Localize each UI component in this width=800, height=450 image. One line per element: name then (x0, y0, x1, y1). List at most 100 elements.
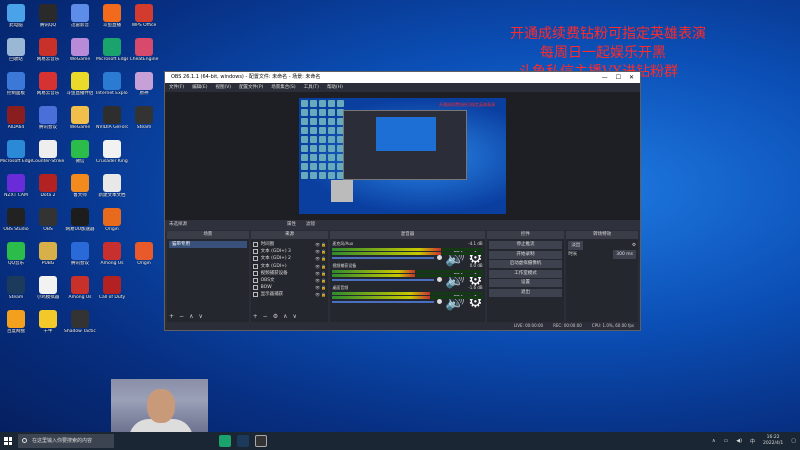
start-button[interactable] (0, 432, 16, 450)
desktop-icon[interactable]: NVIDIA GeForce (96, 104, 128, 138)
desktop-icon[interactable]: Origin (96, 206, 128, 240)
minimize-button[interactable]: — (602, 72, 608, 83)
obs-preview[interactable]: 开通成续费钻粉可指定英雄表演 (299, 98, 506, 214)
desktop-icon[interactable]: NZXT CAM (0, 172, 32, 206)
desktop-icon[interactable]: 网易UU加速器 (64, 206, 96, 240)
settings-button[interactable]: 设置 (488, 279, 563, 287)
studio-mode-button[interactable]: 工作室模式 (488, 269, 563, 278)
desktop-icon[interactable]: 新建文本文档 (96, 172, 128, 206)
volume-slider-knob[interactable] (437, 299, 443, 304)
desktop-icon[interactable]: Call of Duty (96, 274, 128, 308)
desktop-icon[interactable]: 网易云音乐 (32, 36, 64, 70)
add-source-icon[interactable]: + (253, 313, 258, 320)
close-button[interactable]: ✕ (629, 72, 634, 83)
desktop-icon[interactable]: 控制面板 (0, 70, 32, 104)
desktop-icon[interactable]: Origin (128, 240, 160, 274)
properties-button[interactable]: 属性 (287, 220, 296, 230)
desktop-icon[interactable]: WPS Office (128, 2, 160, 36)
desktop-icon[interactable]: Dota 2 (32, 172, 64, 206)
desktop-icon[interactable]: CheatEngine (128, 36, 160, 70)
menu-file[interactable]: 文件(F) (169, 83, 184, 92)
edge-taskbar-icon[interactable] (219, 435, 231, 447)
desktop-icon[interactable]: Steam (0, 274, 32, 308)
visibility-lock-icon[interactable]: 👁 🔒 (315, 248, 326, 255)
desktop-icon[interactable]: Microsoft Edge (96, 36, 128, 70)
visibility-lock-icon[interactable]: 👁 🔒 (315, 270, 326, 277)
desktop-icon[interactable]: Among Us (96, 240, 128, 274)
desktop-icon[interactable]: 腾讯会议 (64, 240, 96, 274)
volume-slider[interactable] (332, 256, 435, 259)
transition-settings-gear-icon[interactable]: ⚙ (632, 241, 636, 250)
add-scene-icon[interactable]: + (169, 313, 174, 320)
source-item[interactable]: 视频捕获设备 👁 🔒 (252, 270, 326, 277)
move-down-icon[interactable]: ∨ (198, 313, 202, 320)
desktop-icon[interactable]: 此电脑 (0, 2, 32, 36)
source-settings-gear-icon[interactable]: ⚙ (273, 313, 278, 320)
visibility-lock-icon[interactable]: 👁 🔒 (315, 284, 326, 291)
desktop-icon[interactable]: Crusader Kings (96, 138, 128, 172)
desktop-icon[interactable]: OBS Studio (0, 206, 32, 240)
desktop-icon[interactable]: Microsoft Edge (0, 138, 32, 172)
desktop-icon[interactable]: 网易云音乐 (32, 70, 64, 104)
desktop-icon[interactable]: 迅雷影音 (64, 2, 96, 36)
visibility-lock-icon[interactable]: 👁 🔒 (315, 255, 326, 262)
volume-slider-knob[interactable] (437, 255, 443, 260)
menu-profile[interactable]: 配置文件(P) (239, 83, 263, 92)
source-item[interactable]: OBS文 👁 🔒 (252, 277, 326, 284)
desktop-icon[interactable]: 斗鱼直播伴侣 (64, 70, 96, 104)
remove-source-icon[interactable]: − (263, 313, 268, 320)
source-item[interactable]: 文本 (GDI+) 👁 🔒 (252, 263, 326, 270)
steam-taskbar-icon[interactable] (237, 435, 249, 447)
remove-scene-icon[interactable]: − (179, 313, 184, 320)
desktop-icon[interactable]: 原神 (128, 70, 160, 104)
desktop-icon[interactable]: PUBG (32, 240, 64, 274)
menu-view[interactable]: 视图(V) (215, 83, 231, 92)
move-down-icon[interactable]: ∨ (293, 313, 297, 320)
desktop-icon[interactable]: 百度网盘 (0, 308, 32, 342)
obs-titlebar[interactable]: OBS 26.1.1 (64-bit, windows) - 配置文件: 未命名… (165, 72, 640, 83)
desktop-icon[interactable]: AIDA64 (0, 104, 32, 138)
move-up-icon[interactable]: ∧ (283, 313, 287, 320)
move-up-icon[interactable]: ∧ (189, 313, 193, 320)
notifications-icon[interactable]: ▢ (791, 438, 796, 444)
tray-arrow-icon[interactable]: ∧ (712, 438, 716, 444)
virtual-camera-button[interactable]: 启动虚拟摄像机 (488, 260, 563, 268)
source-item[interactable]: 时间图 👁 🔒 (252, 241, 326, 248)
desktop-icon[interactable]: 斗鱼直播 (96, 2, 128, 36)
desktop-icon[interactable]: QQ音乐 (0, 240, 32, 274)
obs-preview-area[interactable]: 开通成续费钻粉可指定英雄表演 (165, 92, 640, 226)
desktop-icon[interactable]: Among Us (64, 274, 96, 308)
menu-edit[interactable]: 编辑(E) (192, 83, 207, 92)
scene-item[interactable]: 猫带专用 (169, 241, 247, 248)
desktop-icon[interactable]: Steam (128, 104, 160, 138)
exit-button[interactable]: 退出 (488, 288, 563, 297)
desktop-icon[interactable]: Counter-Strike (32, 138, 64, 172)
visibility-lock-icon[interactable]: 👁 🔒 (315, 263, 326, 270)
desktop-icon[interactable]: 鲁大师 (64, 172, 96, 206)
volume-slider[interactable] (332, 300, 435, 303)
menu-scene-collection[interactable]: 场景集合(S) (271, 83, 295, 92)
filters-button[interactable]: 滤镜 (306, 220, 315, 230)
source-item[interactable]: BOW 👁 🔒 (252, 284, 326, 291)
desktop-icon[interactable]: 回收站 (0, 36, 32, 70)
input-language[interactable]: 中 (750, 438, 755, 445)
taskbar-search-input[interactable]: 在这里输入你要搜索的内容 (18, 434, 114, 448)
desktop-icon[interactable]: Internet Explorer (96, 70, 128, 104)
desktop-icon[interactable]: Shadow Tactics (64, 308, 96, 342)
visibility-lock-icon[interactable]: 👁 🔒 (315, 241, 326, 248)
stop-streaming-button[interactable]: 停止推流 (488, 241, 563, 249)
desktop-icon[interactable]: WeGame (64, 104, 96, 138)
clock[interactable]: 16:22 2022/4/1 (763, 435, 783, 447)
obs-taskbar-icon[interactable] (255, 435, 267, 447)
desktop-icon[interactable]: 腾讯QQ (32, 2, 64, 36)
desktop-icon[interactable]: OBS (32, 206, 64, 240)
source-item[interactable]: 文本 (GDI+) 2 👁 🔒 (252, 255, 326, 262)
maximize-button[interactable]: ☐ (616, 72, 621, 83)
start-recording-button[interactable]: 开始录制 (488, 250, 563, 259)
source-item[interactable]: 文本 (GDI+) 3 👁 🔒 (252, 248, 326, 255)
desktop-icon[interactable]: 千牛 (32, 308, 64, 342)
visibility-lock-icon[interactable]: 👁 🔒 (315, 277, 326, 284)
desktop-icon[interactable]: 小鸡模拟器 (32, 274, 64, 308)
volume-icon[interactable]: ◀) (736, 438, 742, 444)
desktop-icon[interactable]: 微信 (64, 138, 96, 172)
